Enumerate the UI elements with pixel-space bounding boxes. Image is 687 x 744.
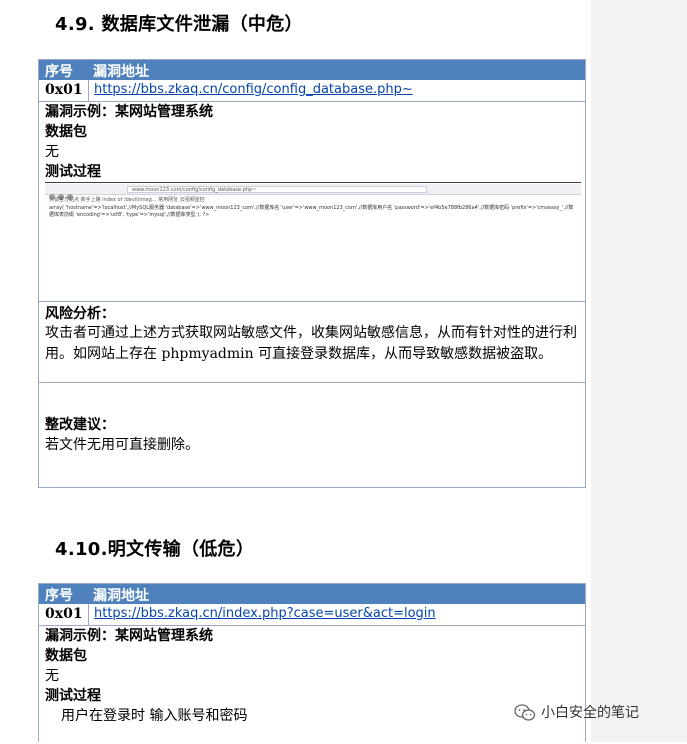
- header-index: 序号: [45, 588, 73, 604]
- browser-toolbar: www.moon123.com/config/config_database.p…: [45, 184, 581, 200]
- fix-block: 整改建议： 若文件无用可直接删除。: [39, 383, 585, 487]
- table-header: 序号 漏洞地址: [39, 584, 585, 604]
- packet-value: 无: [45, 144, 59, 160]
- vuln-table-db-leak: 序号 漏洞地址 0x01 https://bbs.zkaq.cn/config/…: [38, 59, 586, 488]
- risk-text: 攻击者可通过上述方式获取网站敏感文件，收集网站敏感信息，从而有针对性的进行利用。…: [45, 325, 577, 362]
- browser-address-bar: www.moon123.com/config/config_database.p…: [127, 186, 427, 193]
- fix-text: 若文件无用可直接删除。: [45, 437, 199, 453]
- process-label: 测试过程: [45, 688, 101, 704]
- vuln-table-plaintext: 序号 漏洞地址 0x01 https://bbs.zkaq.cn/index.p…: [38, 583, 586, 742]
- vuln-url-link[interactable]: https://bbs.zkaq.cn/config/config_databa…: [94, 82, 413, 97]
- detail-block: 漏洞示例：某网站管理系统 数据包 无 测试过程 用户在登录时 输入账号和密码: [39, 626, 585, 744]
- header-address: 漏洞地址: [93, 64, 149, 80]
- detail-block: 漏洞示例：某网站管理系统 数据包 无 测试过程 www.moon123.com/…: [39, 102, 585, 302]
- table-row: 0x01 https://bbs.zkaq.cn/index.php?case=…: [39, 604, 585, 626]
- table-header: 序号 漏洞地址: [39, 60, 585, 80]
- packet-label: 数据包: [45, 124, 87, 140]
- row-id: 0x01: [39, 80, 89, 101]
- header-address: 漏洞地址: [93, 588, 149, 604]
- packet-label: 数据包: [45, 648, 87, 664]
- side-panel: [591, 0, 687, 742]
- header-index: 序号: [45, 64, 73, 80]
- page-output: array( 'hostname'=>'localhost',//MySQL服务…: [49, 205, 574, 218]
- example-label: 漏洞示例：某网站管理系统: [45, 628, 213, 644]
- watermark-text: 小白安全的笔记: [541, 705, 639, 721]
- test-screenshot: www.moon123.com/config/config_database.p…: [45, 182, 581, 298]
- watermark: 小白安全的笔记: [514, 702, 639, 722]
- vuln-url-link[interactable]: https://bbs.zkaq.cn/index.php?case=user&…: [94, 606, 436, 621]
- example-label: 漏洞示例：某网站管理系统: [45, 104, 213, 120]
- process-text: 用户在登录时 输入账号和密码: [61, 708, 248, 724]
- risk-block: 风险分析： 攻击者可通过上述方式获取网站敏感文件，收集网站敏感信息，从而有针对性…: [39, 302, 585, 383]
- table-row: 0x01 https://bbs.zkaq.cn/config/config_d…: [39, 80, 585, 102]
- fix-label: 整改建议：: [45, 417, 115, 433]
- bookmark-bar: 火狐官方站点 新手上路 Index of /devil/imag... 常用网址…: [49, 197, 205, 203]
- row-id: 0x01: [39, 604, 89, 625]
- process-label: 测试过程: [45, 164, 101, 180]
- section-heading-db-leak: 4.9. 数据库文件泄漏（中危）: [55, 14, 303, 35]
- section-heading-plaintext: 4.10.明文传输（低危）: [55, 539, 255, 560]
- risk-label: 风险分析：: [45, 306, 115, 322]
- packet-value: 无: [45, 668, 59, 684]
- wechat-icon: [514, 704, 536, 722]
